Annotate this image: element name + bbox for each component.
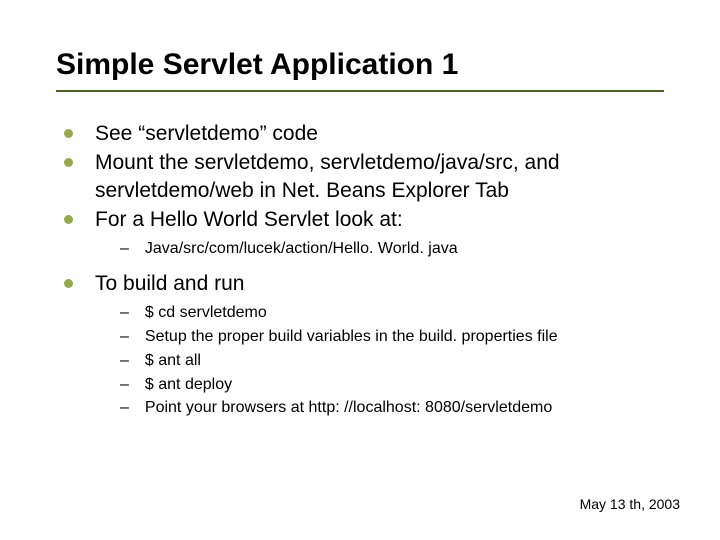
bullet-dot-icon — [64, 279, 73, 288]
footer-date: May 13 th, 2003 — [580, 496, 680, 512]
sub-text: Setup the proper build variables in the … — [145, 327, 558, 348]
slide-content: See “servletdemo” code Mount the servlet… — [56, 120, 664, 419]
sub-list: – $ cd servletdemo – Setup the proper bu… — [64, 303, 664, 419]
slide: Simple Servlet Application 1 See “servle… — [0, 0, 720, 419]
dash-icon: – — [120, 327, 129, 348]
title-underline — [56, 90, 664, 92]
sub-text: Point your browsers at http: //localhost… — [145, 398, 552, 419]
sub-text: $ ant all — [145, 351, 201, 372]
sub-text: Java/src/com/lucek/action/Hello. World. … — [145, 239, 458, 260]
bullet-dot-icon — [64, 158, 73, 167]
dash-icon: – — [120, 303, 129, 324]
bullet-dot-icon — [64, 215, 73, 224]
bullet-text: Mount the servletdemo, servletdemo/java/… — [95, 149, 664, 204]
dash-icon: – — [120, 375, 129, 396]
bullet-text: For a Hello World Servlet look at: — [95, 206, 403, 233]
sub-item: – Point your browsers at http: //localho… — [120, 398, 664, 419]
dash-icon: – — [120, 239, 129, 260]
bullet-item: To build and run — [64, 270, 664, 297]
sub-item: – $ ant deploy — [120, 375, 664, 396]
dash-icon: – — [120, 351, 129, 372]
slide-title: Simple Servlet Application 1 — [56, 48, 664, 82]
sub-item: – $ ant all — [120, 351, 664, 372]
sub-text: $ cd servletdemo — [145, 303, 267, 324]
sub-item: – $ cd servletdemo — [120, 303, 664, 324]
bullet-text: To build and run — [95, 270, 244, 297]
bullet-item: Mount the servletdemo, servletdemo/java/… — [64, 149, 664, 204]
sub-list: – Java/src/com/lucek/action/Hello. World… — [64, 239, 664, 260]
bullet-text: See “servletdemo” code — [95, 120, 318, 147]
bullet-item: For a Hello World Servlet look at: — [64, 206, 664, 233]
sub-item: – Setup the proper build variables in th… — [120, 327, 664, 348]
sub-item: – Java/src/com/lucek/action/Hello. World… — [120, 239, 664, 260]
sub-text: $ ant deploy — [145, 375, 232, 396]
bullet-dot-icon — [64, 129, 73, 138]
dash-icon: – — [120, 398, 129, 419]
bullet-item: See “servletdemo” code — [64, 120, 664, 147]
